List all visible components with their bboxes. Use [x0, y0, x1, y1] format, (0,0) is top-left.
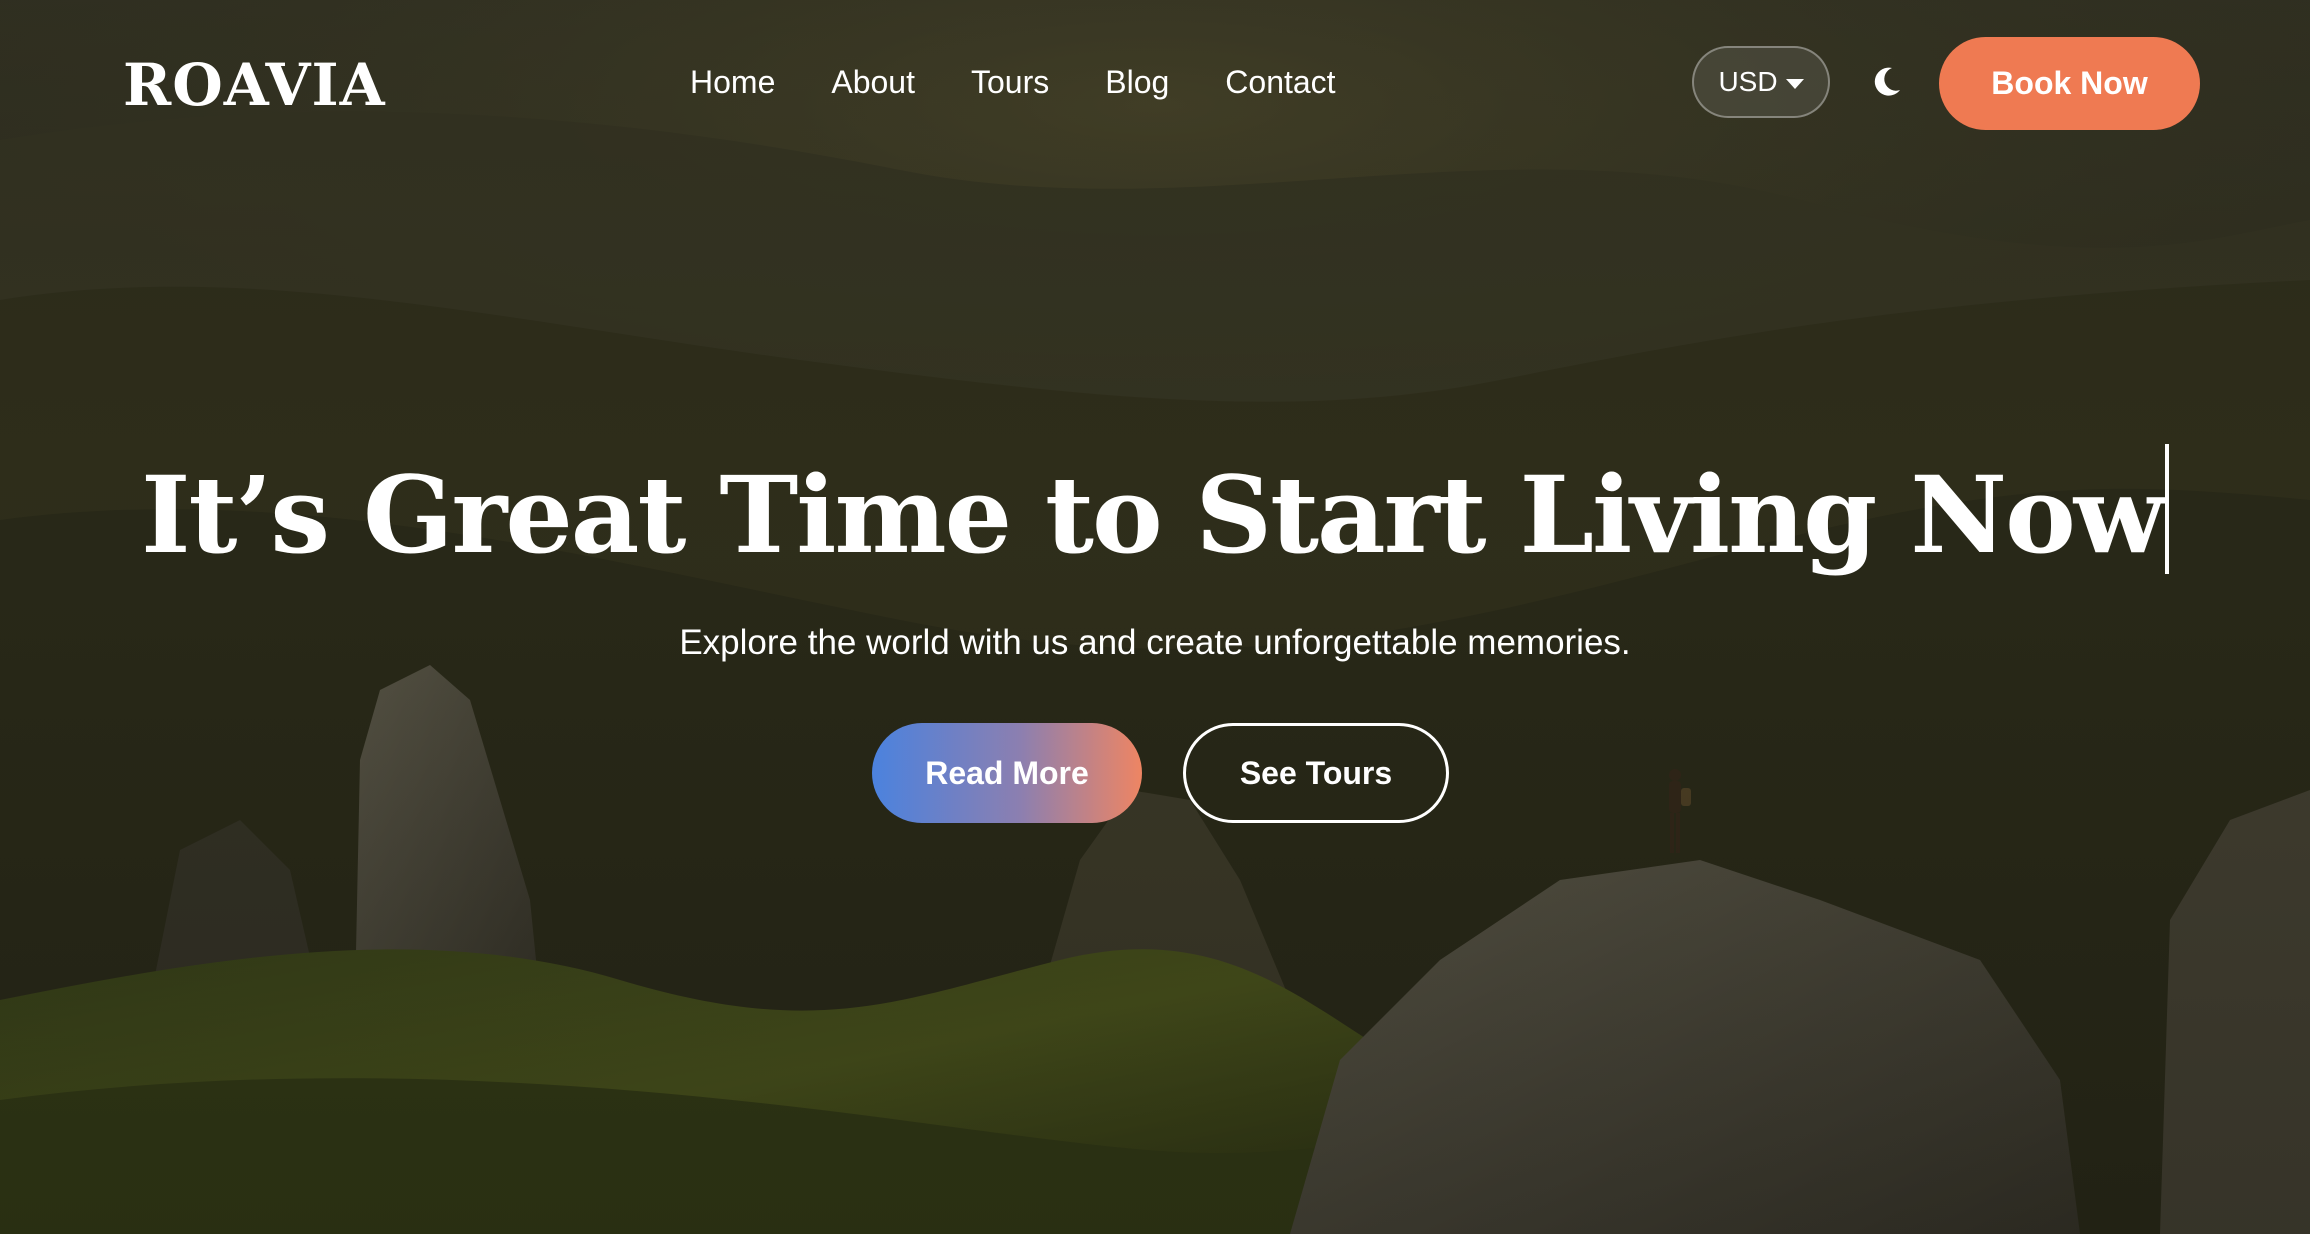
- see-tours-button[interactable]: See Tours: [1183, 723, 1449, 823]
- nav-item-tours[interactable]: Tours: [971, 58, 1049, 106]
- currency-value: USD: [1718, 66, 1778, 97]
- nav-item-contact[interactable]: Contact: [1225, 58, 1335, 106]
- main-nav: Home About Tours Blog Contact: [690, 58, 1336, 106]
- hero-overlay: [0, 0, 2310, 1234]
- book-now-button[interactable]: Book Now: [1939, 37, 2200, 130]
- hero-headline-text: It’s Great Time to Start Living Now: [140, 452, 2165, 577]
- nav-item-blog[interactable]: Blog: [1105, 58, 1169, 106]
- nav-item-home[interactable]: Home: [690, 58, 775, 106]
- currency-select[interactable]: USD: [1692, 46, 1830, 118]
- read-more-button[interactable]: Read More: [872, 723, 1142, 823]
- site-logo[interactable]: ROAVIA: [123, 52, 386, 118]
- nav-item-about[interactable]: About: [831, 58, 915, 106]
- hero-headline: It’s Great Time to Start Living Now: [0, 440, 2310, 590]
- chevron-down-icon: [1785, 79, 1804, 89]
- text-cursor: [2165, 444, 2170, 574]
- moon-icon[interactable]: [1866, 62, 1906, 102]
- hero-subtitle: Explore the world with us and create unf…: [679, 623, 1631, 662]
